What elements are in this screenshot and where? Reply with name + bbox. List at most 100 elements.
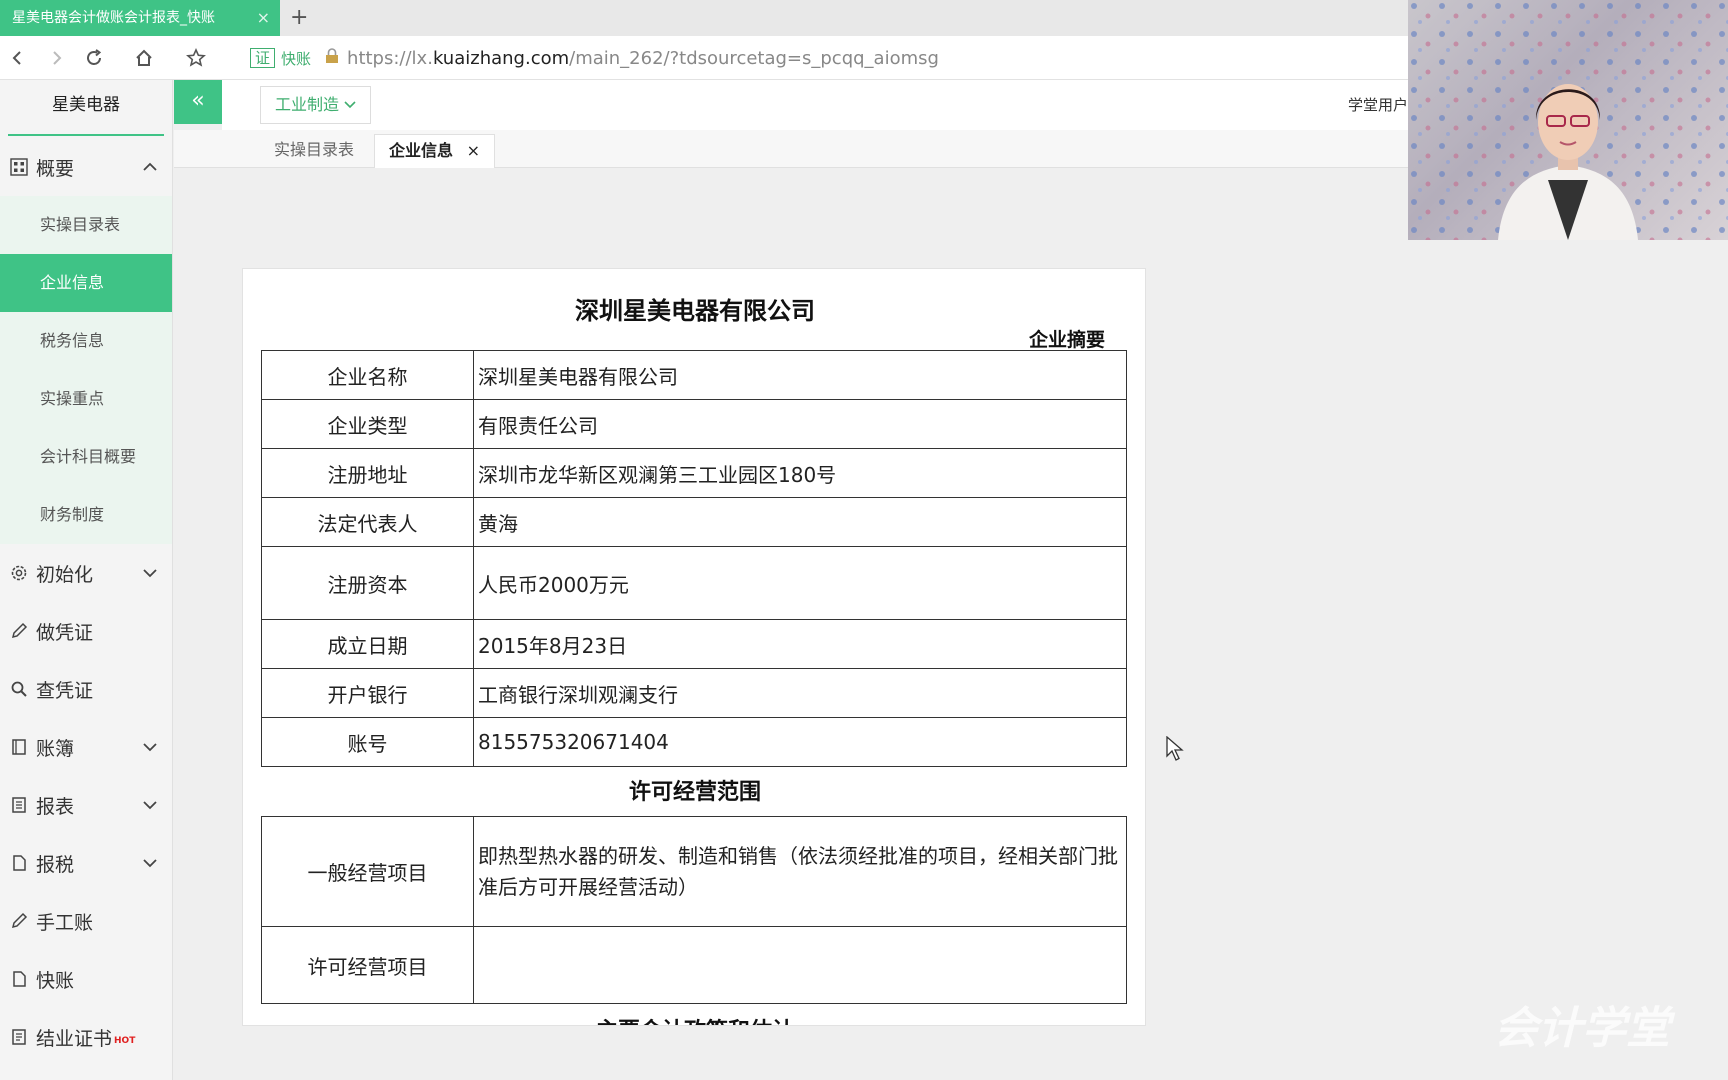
sidebar-group-label: 报表: [36, 795, 75, 818]
info-value: 深圳市龙华新区观澜第三工业园区180号: [473, 448, 1127, 498]
bookmark-star-icon[interactable]: [182, 44, 210, 72]
pen-icon: [8, 620, 30, 642]
sidebar-brand: 星美电器: [8, 80, 164, 136]
sidebar-group-init[interactable]: 初始化: [0, 544, 172, 602]
tab-company-info[interactable]: 企业信息 ×: [374, 134, 495, 168]
table-row: 法定代表人 黄海: [261, 497, 1127, 547]
browser-tab[interactable]: 星美电器会计做账会计报表_快账 ×: [0, 0, 280, 36]
tab-catalog[interactable]: 实操目录表: [260, 134, 368, 168]
book-icon: [8, 736, 30, 758]
sidebar-group-label: 报税: [36, 853, 75, 876]
sidebar-group-label: 概要: [36, 157, 75, 180]
sidebar-group-make-voucher[interactable]: 做凭证: [0, 602, 172, 660]
user-name[interactable]: 学堂用户: [1348, 94, 1408, 115]
scope-value: 即热型热水器的研发、制造和销售（依法须经批准的项目，经相关部门批准后方可开展经营…: [473, 816, 1127, 927]
site-badge-text: 快账: [281, 49, 312, 68]
scope-key: 许可经营项目: [261, 926, 474, 1004]
sidebar-group-reports[interactable]: 报表: [0, 776, 172, 834]
sidebar-item-key-points[interactable]: 实操重点: [0, 370, 172, 428]
info-value: 人民币2000万元: [473, 546, 1127, 620]
info-key: 成立日期: [261, 619, 474, 669]
file-icon: [8, 968, 30, 990]
presenter-image: [1408, 0, 1728, 240]
info-value: 工商银行深圳观澜支行: [473, 668, 1127, 718]
page-tabs: 实操目录表 企业信息 ×: [174, 130, 1408, 168]
lock-icon: [325, 47, 339, 69]
hot-badge: HOT: [114, 1036, 136, 1046]
table-row: 企业类型 有限责任公司: [261, 399, 1127, 449]
info-value: 有限责任公司: [473, 399, 1127, 449]
file-icon: [8, 852, 30, 874]
table-row: 许可经营项目: [261, 926, 1127, 1004]
table-row: 账号 815575320671404: [261, 717, 1127, 767]
sidebar-group-ledger[interactable]: 账簿: [0, 718, 172, 776]
table-row: 一般经营项目 即热型热水器的研发、制造和销售（依法须经批准的项目，经相关部门批准…: [261, 816, 1127, 927]
sidebar-group-label: 账簿: [36, 737, 75, 760]
presenter-video: [1408, 0, 1728, 240]
sidebar-group-overview[interactable]: 概要: [0, 138, 172, 196]
chevron-down-icon: [344, 101, 356, 109]
sidebar-submenu-overview: 实操目录表 企业信息 税务信息 实操重点 会计科目概要 财务制度: [0, 196, 172, 544]
new-tab-button[interactable]: +: [290, 0, 308, 36]
browser-tab-bar: 星美电器会计做账会计报表_快账 × +: [0, 0, 1408, 36]
info-key: 注册资本: [261, 546, 474, 620]
sidebar-item-tax-info[interactable]: 税务信息: [0, 312, 172, 370]
chevron-up-icon: [142, 158, 158, 180]
chevron-down-icon: [142, 796, 158, 818]
business-scope-table: 一般经营项目 即热型热水器的研发、制造和销售（依法须经批准的项目，经相关部门批准…: [261, 816, 1127, 1004]
sidebar-group-tax-filing[interactable]: 报税: [0, 834, 172, 892]
table-row: 开户银行 工商银行深圳观澜支行: [261, 668, 1127, 718]
url-path: /main_262/?tdsourcetag=s_pcqq_aiomsg: [569, 47, 939, 69]
grid-icon: [8, 156, 30, 178]
sidebar-item-company-info[interactable]: 企业信息: [0, 254, 172, 312]
tab-label: 企业信息: [389, 141, 454, 160]
document-subtitle: 企业摘要: [1028, 329, 1105, 351]
address-bar[interactable]: 证 快账 https://lx. kuaizhang.com/main_262/?…: [250, 44, 939, 72]
info-key: 账号: [261, 717, 474, 767]
scope-key: 一般经营项目: [261, 816, 474, 927]
chevron-down-icon: [142, 738, 158, 760]
info-value: 815575320671404: [473, 717, 1127, 767]
browser-tab-title: 星美电器会计做账会计报表_快账: [12, 10, 215, 26]
info-value: 黄海: [473, 497, 1127, 547]
scope-title: 许可经营范围: [628, 780, 761, 805]
info-key: 企业类型: [261, 399, 474, 449]
sidebar-item-catalog[interactable]: 实操目录表: [0, 196, 172, 254]
info-key: 注册地址: [261, 448, 474, 498]
sidebar-group-quick-ledger[interactable]: 快账: [0, 950, 172, 1008]
tab-close-icon[interactable]: ×: [467, 141, 480, 160]
forward-icon[interactable]: [42, 44, 70, 72]
sidebar-group-label: 手工账: [36, 911, 94, 934]
sidebar-group-query-voucher[interactable]: 查凭证: [0, 660, 172, 718]
url-domain: kuaizhang.com: [432, 47, 570, 69]
site-badge: 证: [250, 48, 276, 68]
info-key: 法定代表人: [261, 497, 474, 547]
table-row: 成立日期 2015年8月23日: [261, 619, 1127, 669]
info-value: 深圳星美电器有限公司: [473, 350, 1127, 400]
sidebar-group-label: 初始化: [36, 563, 94, 586]
back-icon[interactable]: [4, 44, 32, 72]
company-info-document: 深圳星美电器有限公司 企业摘要 企业名称 深圳星美电器有限公司 企业类型 有限责…: [242, 268, 1146, 1026]
sidebar-group-certificate[interactable]: 结业证书 HOT: [0, 1008, 172, 1066]
tab-close-icon[interactable]: ×: [257, 0, 270, 36]
info-key: 开户银行: [261, 668, 474, 718]
info-value: 2015年8月23日: [473, 619, 1127, 669]
sidebar-group-label: 做凭证: [36, 621, 94, 644]
sidebar-item-finance-system[interactable]: 财务制度: [0, 486, 172, 544]
home-icon[interactable]: [130, 44, 158, 72]
sidebar-item-accounts-overview[interactable]: 会计科目概要: [0, 428, 172, 486]
browser-toolbar: 证 快账 https://lx. kuaizhang.com/main_262/?…: [0, 36, 1408, 80]
scope-value: [473, 926, 1127, 1004]
document-title: 深圳星美电器有限公司: [575, 297, 815, 325]
reload-icon[interactable]: [80, 44, 108, 72]
app-header: 工业制造 学堂用户: [222, 80, 1408, 130]
sidebar: 星美电器 概要 实操目录表 企业信息 税务信息 实操重点 会计科目概要 财务制度…: [0, 80, 173, 1080]
sidebar-group-manual-ledger[interactable]: 手工账: [0, 892, 172, 950]
pen-icon: [8, 910, 30, 932]
gear-icon: [8, 562, 30, 584]
report-icon: [8, 794, 30, 816]
certificate-icon: [8, 1026, 30, 1048]
industry-dropdown[interactable]: 工业制造: [260, 86, 372, 124]
info-key: 企业名称: [261, 350, 474, 400]
collapse-sidebar-button[interactable]: «: [174, 80, 222, 124]
